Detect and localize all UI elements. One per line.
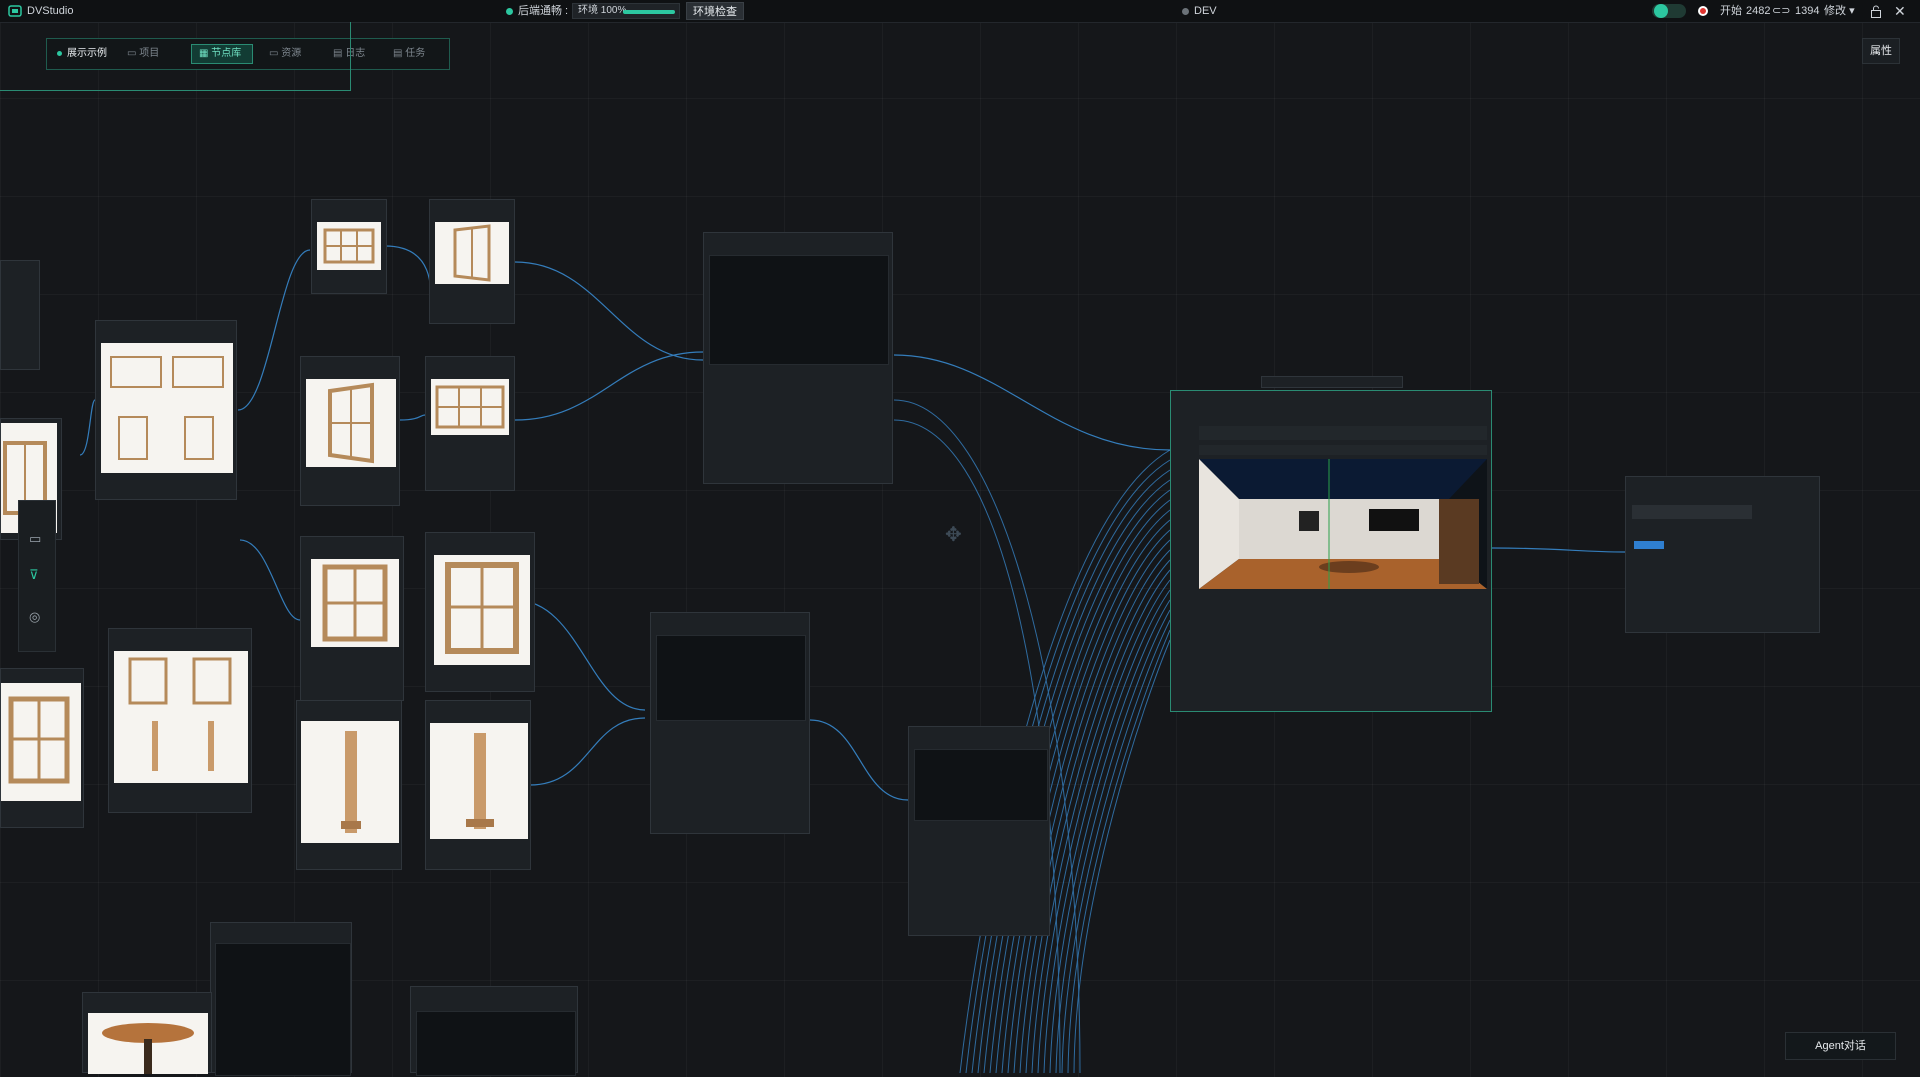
image-node[interactable] bbox=[108, 628, 252, 813]
node-image bbox=[434, 555, 530, 665]
toolbar-item-tasks[interactable]: ▤ 任务 bbox=[393, 39, 425, 69]
generate-node[interactable] bbox=[650, 612, 810, 834]
node-image bbox=[311, 559, 399, 647]
node-image bbox=[435, 222, 509, 284]
image-node[interactable] bbox=[425, 700, 531, 870]
generate-node[interactable] bbox=[210, 922, 352, 1076]
generate-node[interactable] bbox=[703, 232, 893, 484]
image-node[interactable] bbox=[300, 536, 404, 701]
image-node[interactable] bbox=[296, 700, 402, 870]
filter-icon[interactable]: ⊽ bbox=[29, 567, 39, 583]
dialog-send-button[interactable] bbox=[1634, 541, 1664, 549]
task-icon: ▤ bbox=[393, 48, 406, 59]
scene-toolbar bbox=[1199, 445, 1487, 455]
node-image bbox=[430, 723, 528, 839]
dialog-input[interactable] bbox=[1632, 505, 1752, 519]
node-image bbox=[431, 379, 509, 435]
folder-icon[interactable]: ▭ bbox=[29, 531, 41, 547]
image-node[interactable] bbox=[95, 320, 237, 500]
image-node[interactable] bbox=[300, 356, 400, 506]
move-cursor-icon: ✥ bbox=[945, 524, 962, 546]
image-node[interactable] bbox=[311, 199, 387, 294]
node-image bbox=[101, 343, 233, 473]
dialog-node[interactable] bbox=[1625, 476, 1820, 633]
node-image bbox=[306, 379, 396, 467]
agent-chat-button[interactable]: Agent对话 bbox=[1785, 1032, 1896, 1060]
scene-tabs bbox=[1199, 426, 1487, 440]
image-node[interactable] bbox=[82, 992, 212, 1074]
settings-icon[interactable]: ◎ bbox=[29, 609, 40, 625]
node-preview bbox=[656, 635, 806, 721]
node-image bbox=[301, 721, 399, 843]
node-preview bbox=[215, 943, 351, 1076]
node-preview bbox=[914, 749, 1048, 821]
node-preview bbox=[416, 1011, 576, 1076]
generate-node[interactable] bbox=[908, 726, 1050, 936]
image-node[interactable] bbox=[425, 532, 535, 692]
node-image bbox=[317, 222, 381, 270]
image-node[interactable] bbox=[425, 356, 515, 491]
generate-node[interactable] bbox=[410, 986, 578, 1076]
panel-outline bbox=[0, 22, 351, 91]
image-node[interactable] bbox=[429, 199, 515, 324]
node-image bbox=[88, 1013, 208, 1074]
node-image bbox=[114, 651, 248, 783]
scene-3d-node[interactable] bbox=[1170, 390, 1492, 712]
image-node[interactable] bbox=[0, 668, 84, 828]
left-tool-strip: ▭ ⊽ ◎ bbox=[18, 500, 56, 652]
node-preview bbox=[709, 255, 889, 365]
text-node[interactable] bbox=[0, 260, 40, 370]
node-image bbox=[1, 683, 81, 801]
properties-button[interactable]: 属性 bbox=[1862, 38, 1900, 64]
scene-header-bar bbox=[1261, 376, 1403, 388]
scene-viewport[interactable] bbox=[1199, 459, 1487, 589]
